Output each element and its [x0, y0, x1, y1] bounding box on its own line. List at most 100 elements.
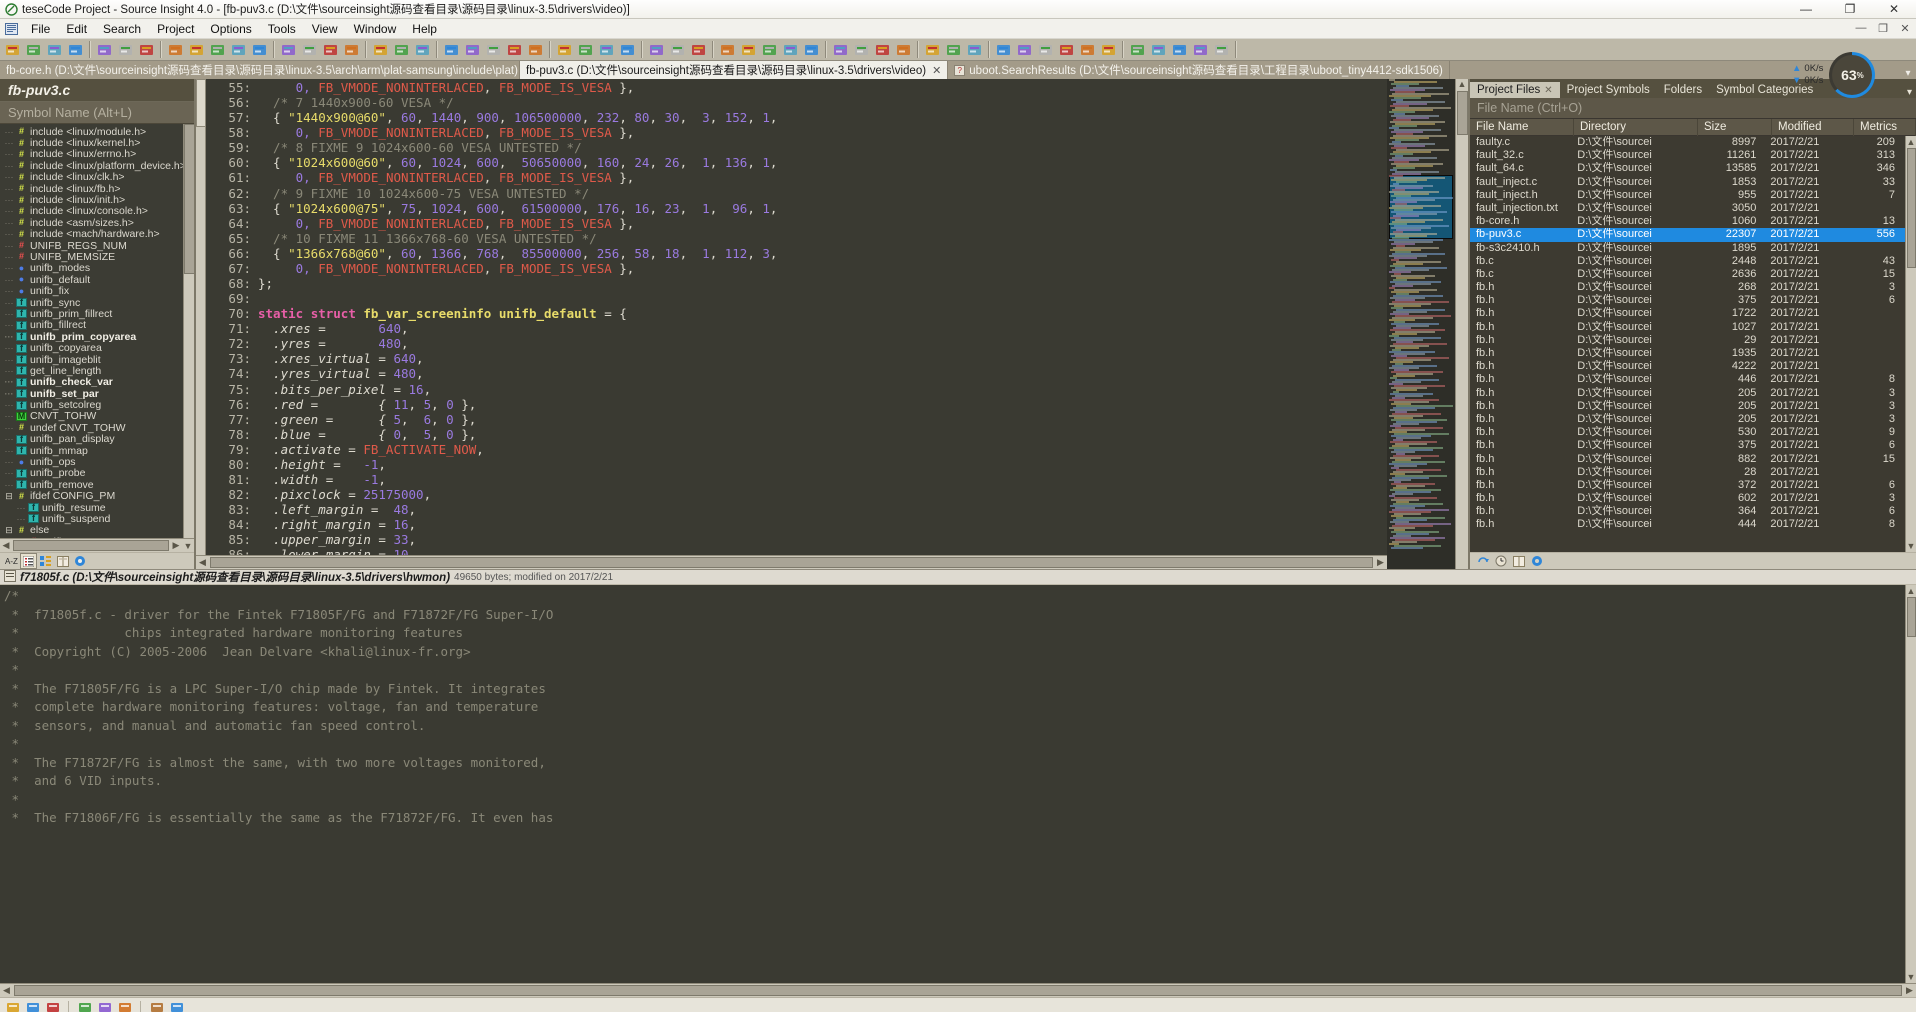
scrollbar-thumb[interactable] — [1906, 148, 1916, 268]
file-list-row[interactable]: fb-s3c2410.h D:\文件\sourcei 1895 2017/2/21 — [1470, 242, 1905, 255]
file-list-row[interactable]: fb.h D:\文件\sourcei 268 2017/2/21 3 — [1470, 281, 1905, 294]
gear-icon[interactable] — [1529, 554, 1544, 568]
symbol-item[interactable]: ··· f unifb_probe — [0, 467, 194, 479]
menu-options[interactable]: Options — [202, 20, 259, 38]
column-header-metrics[interactable]: Metrics — [1854, 118, 1916, 136]
column-header-directory[interactable]: Directory — [1574, 118, 1698, 136]
toolbar-button-15[interactable] — [321, 40, 340, 59]
mdi-minimize-button[interactable]: — — [1850, 22, 1872, 35]
symbol-item[interactable]: ··· f unifb_prim_fillrect — [0, 308, 194, 320]
toolbar-button-16[interactable] — [342, 40, 361, 59]
file-list-row[interactable]: fb.h D:\文件\sourcei 1935 2017/2/21 — [1470, 347, 1905, 360]
symbol-item[interactable]: ··· # UNIFB_REGS_NUM — [0, 240, 194, 252]
symbol-item[interactable]: ··· ● unifb_fix — [0, 285, 194, 297]
symbol-item[interactable]: ··· # include <linux/init.h> — [0, 194, 194, 206]
symbol-item[interactable]: ··· f unifb_prim_copyarea — [0, 331, 194, 343]
gear-icon[interactable] — [168, 1000, 185, 1012]
editor-gutter-scrollbar[interactable] — [196, 79, 206, 555]
toolbar-button-41[interactable] — [923, 40, 942, 59]
symbol-item[interactable]: ··· # include <asm/sizes.h> — [0, 217, 194, 229]
code-minimap[interactable] — [1387, 79, 1455, 569]
file-list-row[interactable]: fb-core.h D:\文件\sourcei 1060 2017/2/21 13 — [1470, 215, 1905, 228]
toolbar-button-49[interactable] — [1099, 40, 1118, 59]
toolbar-button-22[interactable] — [484, 40, 503, 59]
toolbar-button-3[interactable] — [45, 40, 64, 59]
symbol-item[interactable]: ···#unifb_resume — [0, 536, 194, 538]
tree-expander-icon[interactable]: ⊟ — [2, 525, 16, 536]
toolbar-button-29[interactable] — [647, 40, 666, 59]
scroll-left-icon[interactable]: ◀ — [0, 540, 12, 551]
toolbar-button-23[interactable] — [505, 40, 524, 59]
scrollbar-thumb[interactable] — [184, 124, 194, 274]
scroll-up-icon[interactable]: ▲ — [1907, 136, 1916, 148]
symbol-item[interactable]: ··· f unifb_mmap — [0, 445, 194, 457]
symbol-item[interactable]: ··· f unifb_check_var — [0, 376, 194, 388]
symbol-item[interactable]: ··· f unifb_fillrect — [0, 319, 194, 331]
toolbar-button-31[interactable] — [689, 40, 708, 59]
tab-project-files[interactable]: Project Files ✕ — [1470, 82, 1560, 98]
tab-project-symbols[interactable]: Project Symbols — [1560, 82, 1657, 98]
file-list-row[interactable]: fb.c D:\文件\sourcei 2636 2017/2/21 15 — [1470, 268, 1905, 281]
symbol-item[interactable]: ⊟ # else — [0, 524, 194, 536]
scroll-up-icon[interactable]: ▲ — [1456, 79, 1468, 91]
file-list-row[interactable]: fb.h D:\文件\sourcei 444 2017/2/21 8 — [1470, 518, 1905, 531]
file-list-row[interactable]: fb.h D:\文件\sourcei 205 2017/2/21 3 — [1470, 400, 1905, 413]
book-icon[interactable] — [148, 1000, 165, 1012]
toolbar-button-27[interactable] — [597, 40, 616, 59]
toolbar-button-5[interactable] — [95, 40, 114, 59]
symbol-item[interactable]: ··· # undef CNVT_TOHW — [0, 422, 194, 434]
toolbar-button-18[interactable] — [392, 40, 411, 59]
symbol-item[interactable]: ··· f get_line_length — [0, 365, 194, 377]
file-list[interactable]: faulty.c D:\文件\sourcei 8997 2017/2/21 209 fau… — [1470, 136, 1905, 552]
toolbar-button-14[interactable] — [300, 40, 319, 59]
file-list-row[interactable]: fault_inject.c D:\文件\sourcei 1853 2017/2/21… — [1470, 176, 1905, 189]
toolbar-button-32[interactable] — [718, 40, 737, 59]
toolbar-button-30[interactable] — [668, 40, 687, 59]
file-list-row[interactable]: fb.h D:\文件\sourcei 375 2017/2/21 6 — [1470, 294, 1905, 307]
toolbar-button-45[interactable] — [1015, 40, 1034, 59]
toolbar-button-7[interactable] — [137, 40, 156, 59]
menu-window[interactable]: Window — [346, 20, 405, 38]
scrollbar-thumb[interactable] — [13, 540, 169, 551]
list-icon[interactable] — [20, 553, 37, 569]
menu-view[interactable]: View — [304, 20, 346, 38]
column-header-size[interactable]: Size — [1698, 118, 1772, 136]
symbol-horizontal-scrollbar[interactable]: ◀ ▶ ▼ — [0, 538, 194, 552]
symbol-item[interactable]: ··· # include <linux/platform_device.h> — [0, 160, 194, 172]
toolbar-button-47[interactable] — [1057, 40, 1076, 59]
menu-tools[interactable]: Tools — [260, 20, 304, 38]
scrollbar-thumb[interactable] — [1906, 597, 1916, 637]
symbol-item[interactable]: ··· ● unifb_modes — [0, 262, 194, 274]
scroll-down-icon[interactable]: ▼ — [1907, 971, 1916, 983]
secondary-vertical-scrollbar[interactable]: ▲ ▼ — [1905, 585, 1916, 983]
column-header-file-name[interactable]: File Name — [1470, 118, 1574, 136]
toolbar-button-48[interactable] — [1078, 40, 1097, 59]
toolbar-button-42[interactable] — [944, 40, 963, 59]
file-list-row[interactable]: fb.h D:\文件\sourcei 882 2017/2/21 15 — [1470, 453, 1905, 466]
scrollbar-thumb[interactable] — [196, 79, 206, 127]
file-list-row[interactable]: fb.h D:\文件\sourcei 372 2017/2/21 6 — [1470, 479, 1905, 492]
toolbar-button-6[interactable] — [116, 40, 135, 59]
file-list-row[interactable]: fb.h D:\文件\sourcei 602 2017/2/21 3 — [1470, 492, 1905, 505]
scroll-left-icon[interactable]: ◀ — [0, 985, 13, 996]
file-list-row[interactable]: fb.h D:\文件\sourcei 4222 2017/2/21 — [1470, 360, 1905, 373]
scroll-right-icon[interactable]: ▶ — [1903, 985, 1916, 996]
file-list-row[interactable]: fault_injection.txt D:\文件\sourcei 3050 2017… — [1470, 202, 1905, 215]
list-icon[interactable] — [1511, 554, 1526, 568]
toolbar-button-35[interactable] — [781, 40, 800, 59]
file-list-row[interactable]: fb-puv3.c D:\文件\sourcei 22307 2017/2/21 556 — [1470, 228, 1905, 242]
symbol-item[interactable]: ··· f unifb_sync — [0, 297, 194, 309]
document-tab-fb-core-h[interactable]: fb-core.h (D:\文件\sourceinsight源码查看目录\源码目… — [0, 61, 520, 79]
symbol-item[interactable]: ⊟ # ifdef CONFIG_PM — [0, 490, 194, 502]
save-icon[interactable] — [24, 1000, 41, 1012]
symbol-item[interactable]: ··· # include <linux/clk.h> — [0, 171, 194, 183]
symbol-item[interactable]: ··· f unifb_suspend — [0, 513, 194, 525]
scroll-right-icon[interactable]: ▶ — [170, 540, 182, 551]
editor-horizontal-scrollbar[interactable]: ◀ ▶ — [196, 555, 1387, 569]
symbol-item[interactable]: ··· f unifb_resume — [0, 502, 194, 514]
file-list-row[interactable]: fault_64.c D:\文件\sourcei 13585 2017/2/21 346 — [1470, 162, 1905, 175]
scrollbar-thumb[interactable] — [210, 557, 1373, 568]
cut-icon[interactable] — [76, 1000, 93, 1012]
sync-icon[interactable] — [1475, 554, 1490, 568]
menu-help[interactable]: Help — [404, 20, 445, 38]
